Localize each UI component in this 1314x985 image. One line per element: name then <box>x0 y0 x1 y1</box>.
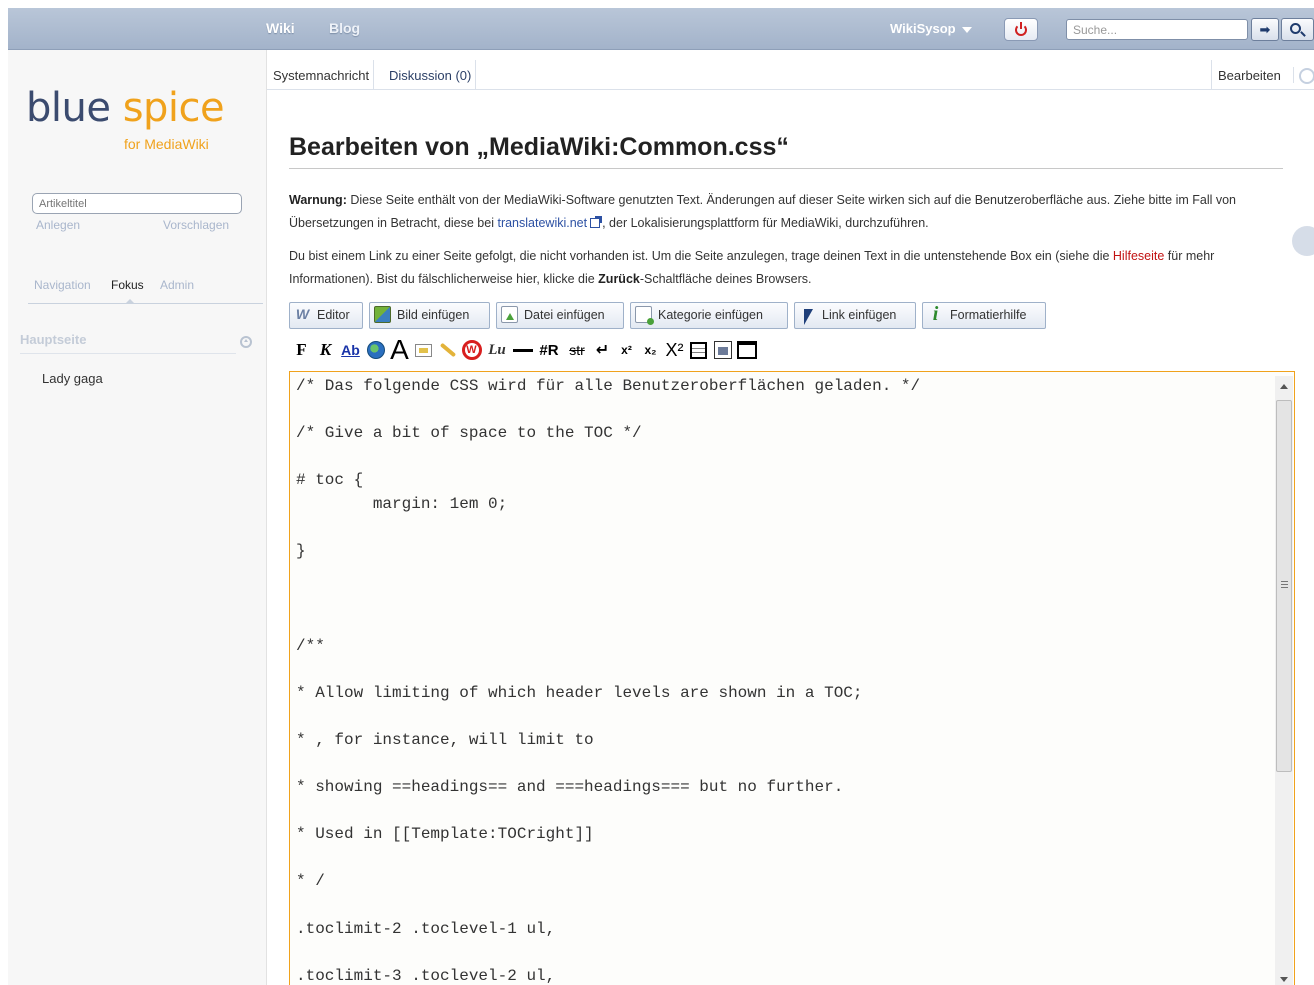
embedded-image-icon[interactable] <box>412 337 435 363</box>
insert-category-label: Kategorie einfügen <box>658 308 763 322</box>
info-icon: i <box>932 303 939 325</box>
tab-edit[interactable]: Bearbeiten <box>1211 60 1285 90</box>
redirect-icon[interactable]: #R <box>535 337 563 363</box>
user-name: WikiSysop <box>890 21 956 36</box>
create-article-link[interactable]: Anlegen <box>36 218 80 232</box>
file-insert-icon <box>501 306 518 323</box>
scroll-thumb[interactable] <box>1276 400 1292 772</box>
image-insert-icon <box>374 306 391 323</box>
signature-icon[interactable]: Lu <box>484 337 510 363</box>
logo-word-blue: blue <box>26 85 111 131</box>
table-icon[interactable] <box>687 337 710 363</box>
horizontal-line-icon[interactable] <box>511 337 534 363</box>
sidebar-item-lady-gaga[interactable]: Lady gaga <box>42 371 103 386</box>
logo-word-spice: spice <box>122 85 225 131</box>
search-input[interactable] <box>1066 19 1248 40</box>
formatting-help-label: Formatierhilfe <box>950 308 1027 322</box>
wysiwyg-icon: W <box>295 306 310 322</box>
headline-icon[interactable]: A <box>388 334 411 365</box>
side-panel-toggle[interactable] <box>1292 226 1314 256</box>
wikitext-editor[interactable]: /* Das folgende CSS wird für alle Benutz… <box>289 371 1295 985</box>
fullscreen-icon[interactable] <box>735 337 758 363</box>
notice-text-end: -Schaltfläche deines Browsers. <box>639 272 812 286</box>
media-file-icon[interactable] <box>436 337 459 363</box>
editor-content[interactable]: /* Das folgende CSS wird für alle Benutz… <box>296 375 920 985</box>
go-button[interactable]: ➡ <box>1251 18 1279 41</box>
user-menu[interactable]: WikiSysop <box>890 21 972 36</box>
warning-message: Warnung: Diese Seite enthält von der Med… <box>289 189 1279 235</box>
page-tabs: Systemnachricht Diskussion (0) Bearbeite… <box>267 60 1314 90</box>
section-divider <box>20 353 236 354</box>
insert-link-button[interactable]: Link einfügen <box>794 302 916 329</box>
bluespice-logo[interactable]: blue spice for MediaWiki <box>26 84 225 152</box>
italic-icon[interactable]: K <box>314 337 337 363</box>
collapse-icon[interactable] <box>240 336 252 348</box>
tab-discussion[interactable]: Diskussion (0) <box>385 60 477 90</box>
search-button[interactable] <box>1281 18 1314 41</box>
warning-text-end: , der Lokalisierungsplattform für MediaW… <box>602 216 929 230</box>
more-actions-icon[interactable] <box>1293 67 1314 84</box>
subscript-icon[interactable]: x₂ <box>639 337 662 363</box>
external-link-globe-icon[interactable] <box>364 337 387 363</box>
section-heading-hauptseite: Hauptseite <box>20 332 87 347</box>
scroll-up-icon[interactable] <box>1280 384 1288 389</box>
insert-category-button[interactable]: Kategorie einfügen <box>630 302 788 329</box>
bold-icon[interactable]: F <box>290 337 313 363</box>
sidebar-tab-admin[interactable]: Admin <box>160 278 194 292</box>
sidebar: blue spice for MediaWiki Anlegen Vorschl… <box>8 50 267 985</box>
sidebar-tab-navigation[interactable]: Navigation <box>34 278 91 292</box>
category-insert-icon <box>635 306 654 325</box>
external-link-icon <box>590 216 603 228</box>
insert-link-label: Link einfügen <box>822 308 897 322</box>
top-navigation-bar: Wiki Blog WikiSysop ➡ <box>8 8 1314 50</box>
insert-file-button[interactable]: Datei einfügen <box>496 302 624 329</box>
editor-button[interactable]: W Editor <box>289 302 363 329</box>
superscript-icon[interactable]: x² <box>615 337 638 363</box>
nav-link-blog[interactable]: Blog <box>329 20 360 36</box>
back-button-reference: Zurück <box>598 272 640 286</box>
suggest-article-link[interactable]: Vorschlagen <box>163 218 229 232</box>
strikethrough-icon[interactable]: str <box>564 337 590 363</box>
tab-system-message[interactable]: Systemnachricht <box>269 60 375 90</box>
page-title: Bearbeiten von „MediaWiki:Common.css“ <box>289 133 1283 169</box>
insert-file-label: Datei einfügen <box>524 308 605 322</box>
sidebar-tab-fokus[interactable]: Fokus <box>111 278 144 292</box>
logo-subtitle: for MediaWiki <box>124 136 209 152</box>
formatting-help-button[interactable]: i Formatierhilfe <box>922 302 1046 329</box>
editor-scrollbar[interactable] <box>1275 376 1293 985</box>
active-tab-indicator <box>125 299 135 304</box>
sidebar-tabs: Navigation Fokus Admin <box>28 278 263 304</box>
insert-image-label: Bild einfügen <box>397 308 470 322</box>
editor-button-label: Editor <box>317 308 350 322</box>
notice-text: Du bist einem Link zu einer Seite gefolg… <box>289 249 1113 263</box>
logout-button[interactable] <box>1004 18 1038 41</box>
translatewiki-link[interactable]: translatewiki.net <box>497 216 587 230</box>
power-icon <box>1015 21 1027 36</box>
chevron-down-icon <box>961 26 972 33</box>
scroll-down-icon[interactable] <box>1280 977 1288 982</box>
link-cursor-icon <box>804 309 813 325</box>
warning-label: Warnung: <box>289 193 347 207</box>
arrow-right-icon: ➡ <box>1259 22 1271 37</box>
help-page-link[interactable]: Hilfeseite <box>1113 249 1164 263</box>
nav-link-wiki[interactable]: Wiki <box>266 20 295 36</box>
internal-link-icon[interactable]: Ab <box>338 337 363 363</box>
big-text-icon[interactable]: X² <box>663 337 686 363</box>
line-break-icon[interactable]: ↵ <box>591 337 614 363</box>
new-page-notice: Du bist einem Link zu einer Seite gefolg… <box>289 245 1279 291</box>
article-title-input[interactable] <box>32 193 242 214</box>
gallery-icon[interactable] <box>711 337 734 363</box>
wikitext-toolbar: F K Ab A W Lu #R str ↵ x² x₂ X² <box>290 334 759 365</box>
insert-image-button[interactable]: Bild einfügen <box>369 302 490 329</box>
nowiki-icon[interactable]: W <box>460 337 483 363</box>
